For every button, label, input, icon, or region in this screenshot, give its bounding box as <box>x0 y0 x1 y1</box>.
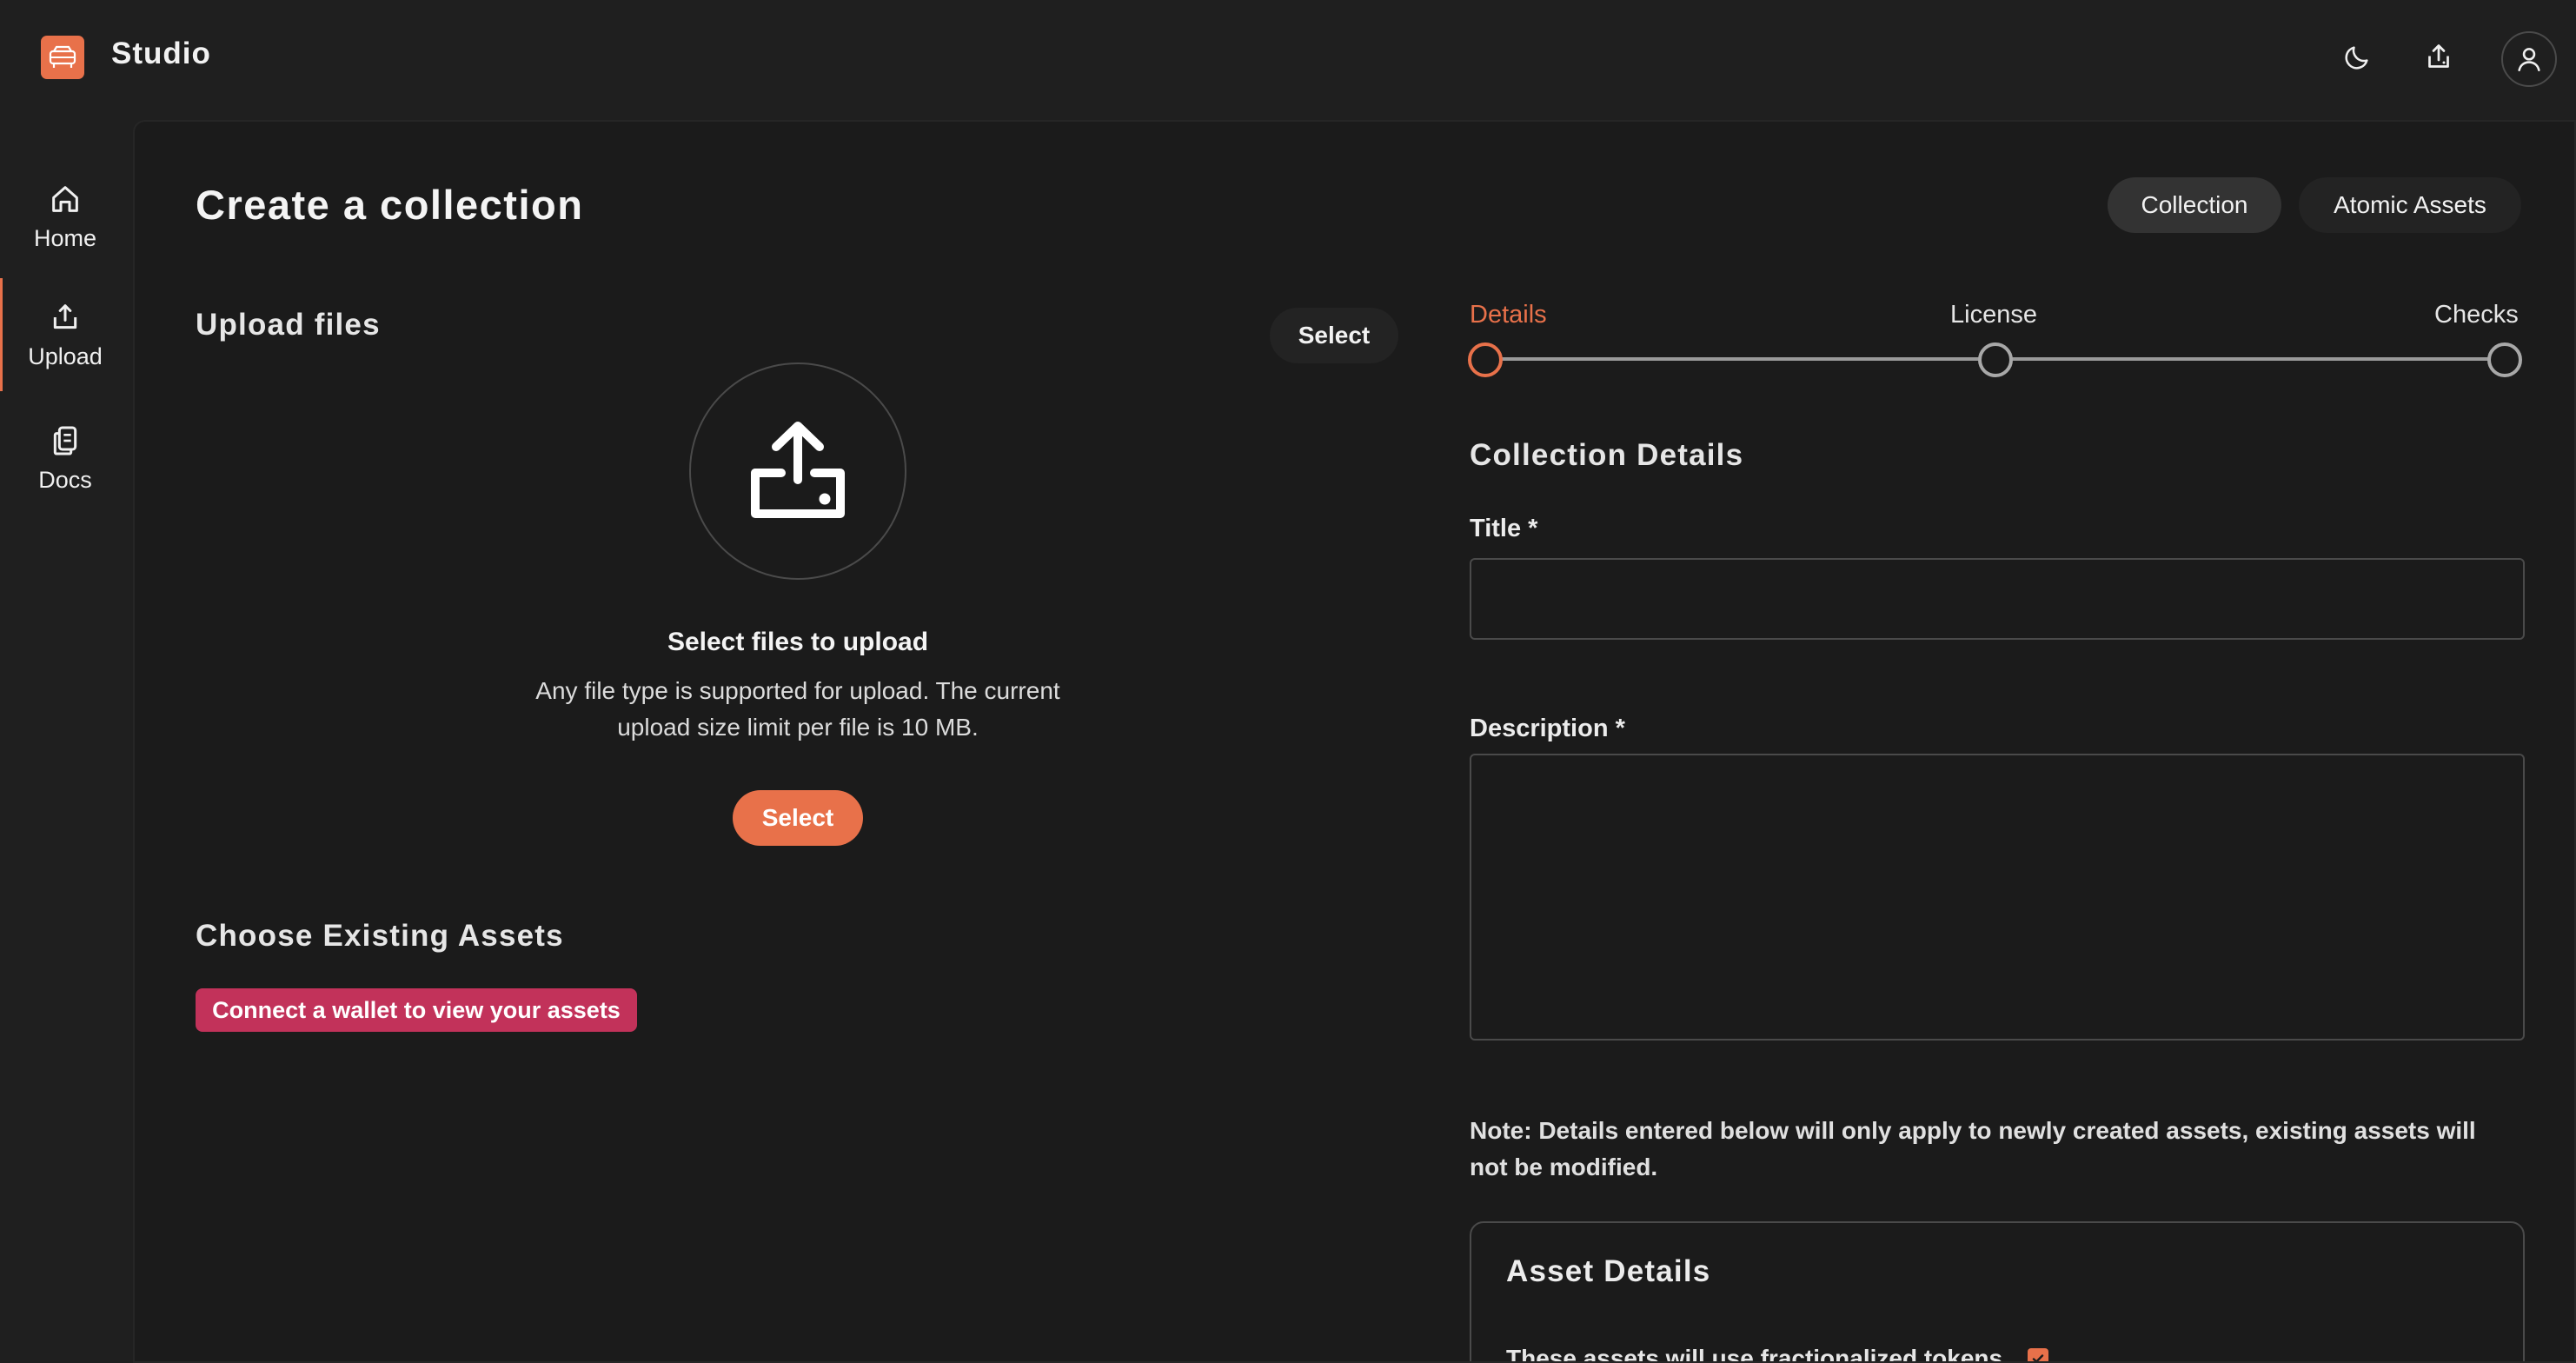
studio-logo[interactable] <box>41 36 84 79</box>
upload-icon <box>2428 44 2449 68</box>
step-dot-license[interactable] <box>1978 342 2013 377</box>
home-icon <box>52 185 78 212</box>
step-label-checks[interactable]: Checks <box>2434 301 2519 329</box>
sidebar-item-upload[interactable]: Upload <box>0 278 130 391</box>
top-bar: Studio <box>0 0 2576 115</box>
title-input[interactable] <box>1470 558 2525 640</box>
details-note: Note: Details entered below will only ap… <box>1470 1113 2525 1186</box>
connect-wallet-button[interactable]: Connect a wallet to view your assets <box>196 988 637 1032</box>
select-files-button[interactable]: Select <box>1270 308 1398 363</box>
step-label-license[interactable]: License <box>1950 301 2037 329</box>
select-primary-button[interactable]: Select <box>733 790 863 846</box>
asset-details-title: Asset Details <box>1506 1254 1711 1288</box>
step-label-details[interactable]: Details <box>1470 301 1547 329</box>
upload-icon <box>53 303 77 329</box>
sidebar-item-label: Home <box>33 224 97 251</box>
logo-icon <box>49 45 76 68</box>
fractionalized-label: These assets will use fractionalized tok… <box>1506 1345 2003 1363</box>
docs-icon <box>53 426 77 455</box>
main-panel: Create a collection Collection Atomic As… <box>133 120 2576 1363</box>
moon-icon <box>2345 46 2368 70</box>
step-dot-details[interactable] <box>1468 342 1503 377</box>
fractionalized-checkbox[interactable] <box>2028 1348 2048 1361</box>
details-note-line: not be modified. <box>1470 1154 1658 1180</box>
upload-description-line: upload size limit per file is 10 MB. <box>617 714 979 741</box>
top-upload-button[interactable] <box>2416 35 2461 80</box>
upload-files-title: Upload files <box>196 308 381 342</box>
description-textarea[interactable] <box>1470 754 2525 1041</box>
title-label: Title * <box>1470 515 1538 542</box>
page-title: Create a collection <box>196 182 584 228</box>
sidebar-item-home[interactable]: Home <box>0 160 130 273</box>
sidebar-item-docs[interactable]: Docs <box>0 402 130 515</box>
description-label: Description * <box>1470 715 1625 742</box>
upload-dropzone[interactable] <box>689 362 906 580</box>
profile-button[interactable] <box>2501 31 2557 87</box>
upload-description: Any file type is supported for upload. T… <box>494 673 1102 746</box>
sidebar: Home Upload Docs <box>0 115 130 1363</box>
theme-toggle-button[interactable] <box>2334 35 2380 80</box>
step-dot-checks[interactable] <box>2487 342 2522 377</box>
upload-tray-icon <box>751 422 845 518</box>
collection-details-title: Collection Details <box>1470 438 1744 472</box>
upload-heading: Select files to upload <box>667 628 929 656</box>
sidebar-item-label: Upload <box>28 342 103 369</box>
asset-details-card: Asset Details These assets will use frac… <box>1470 1221 2525 1363</box>
details-note-line: Note: Details entered below will only ap… <box>1470 1117 2476 1144</box>
tab-collection[interactable]: Collection <box>2108 177 2281 233</box>
sidebar-item-label: Docs <box>38 466 92 493</box>
user-icon <box>2518 48 2540 72</box>
app-title: Studio <box>111 37 211 70</box>
upload-description-line: Any file type is supported for upload. T… <box>535 677 1060 704</box>
check-icon <box>2032 1354 2044 1361</box>
choose-existing-title: Choose Existing Assets <box>196 919 564 953</box>
tab-atomic-assets[interactable]: Atomic Assets <box>2299 177 2521 233</box>
